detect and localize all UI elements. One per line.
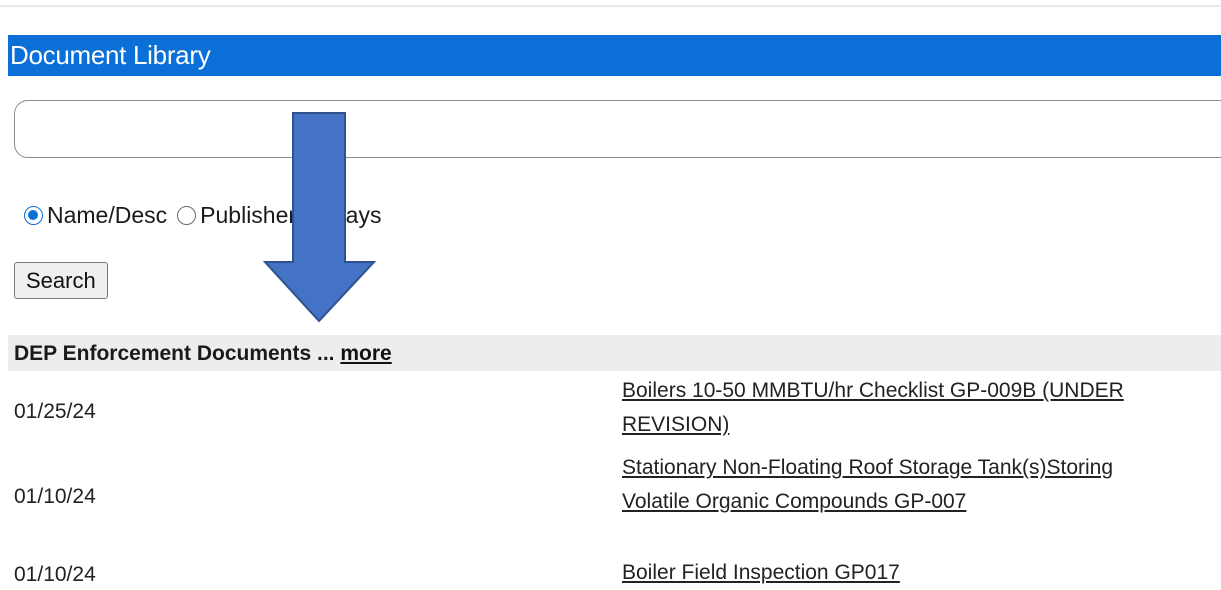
arrow-down-icon — [262, 112, 377, 323]
page-title: Document Library — [8, 35, 1221, 76]
document-date: 01/10/24 — [14, 485, 96, 508]
document-date: 01/10/24 — [14, 563, 96, 586]
section-header: DEP Enforcement Documents ... more — [8, 335, 1221, 371]
document-link[interactable]: Boilers 10-50 MMBTU/hr Checklist GP-009B… — [622, 374, 1182, 442]
search-input[interactable] — [14, 100, 1221, 158]
radio-label-name-desc: Name/Desc — [47, 201, 168, 228]
document-link[interactable]: Stationary Non-Floating Roof Storage Tan… — [622, 451, 1182, 519]
top-divider — [0, 5, 1221, 7]
radio-name-desc[interactable]: Name/Desc — [24, 202, 167, 229]
more-link[interactable]: more — [340, 342, 391, 365]
radio-checked-icon[interactable] — [24, 205, 43, 225]
document-date: 01/25/24 — [14, 400, 96, 423]
search-button[interactable]: Search — [14, 262, 108, 299]
document-link[interactable]: Boiler Field Inspection GP017 — [622, 556, 1182, 590]
radio-unchecked-icon[interactable] — [177, 205, 197, 225]
section-title: DEP Enforcement Documents ... — [14, 342, 335, 365]
